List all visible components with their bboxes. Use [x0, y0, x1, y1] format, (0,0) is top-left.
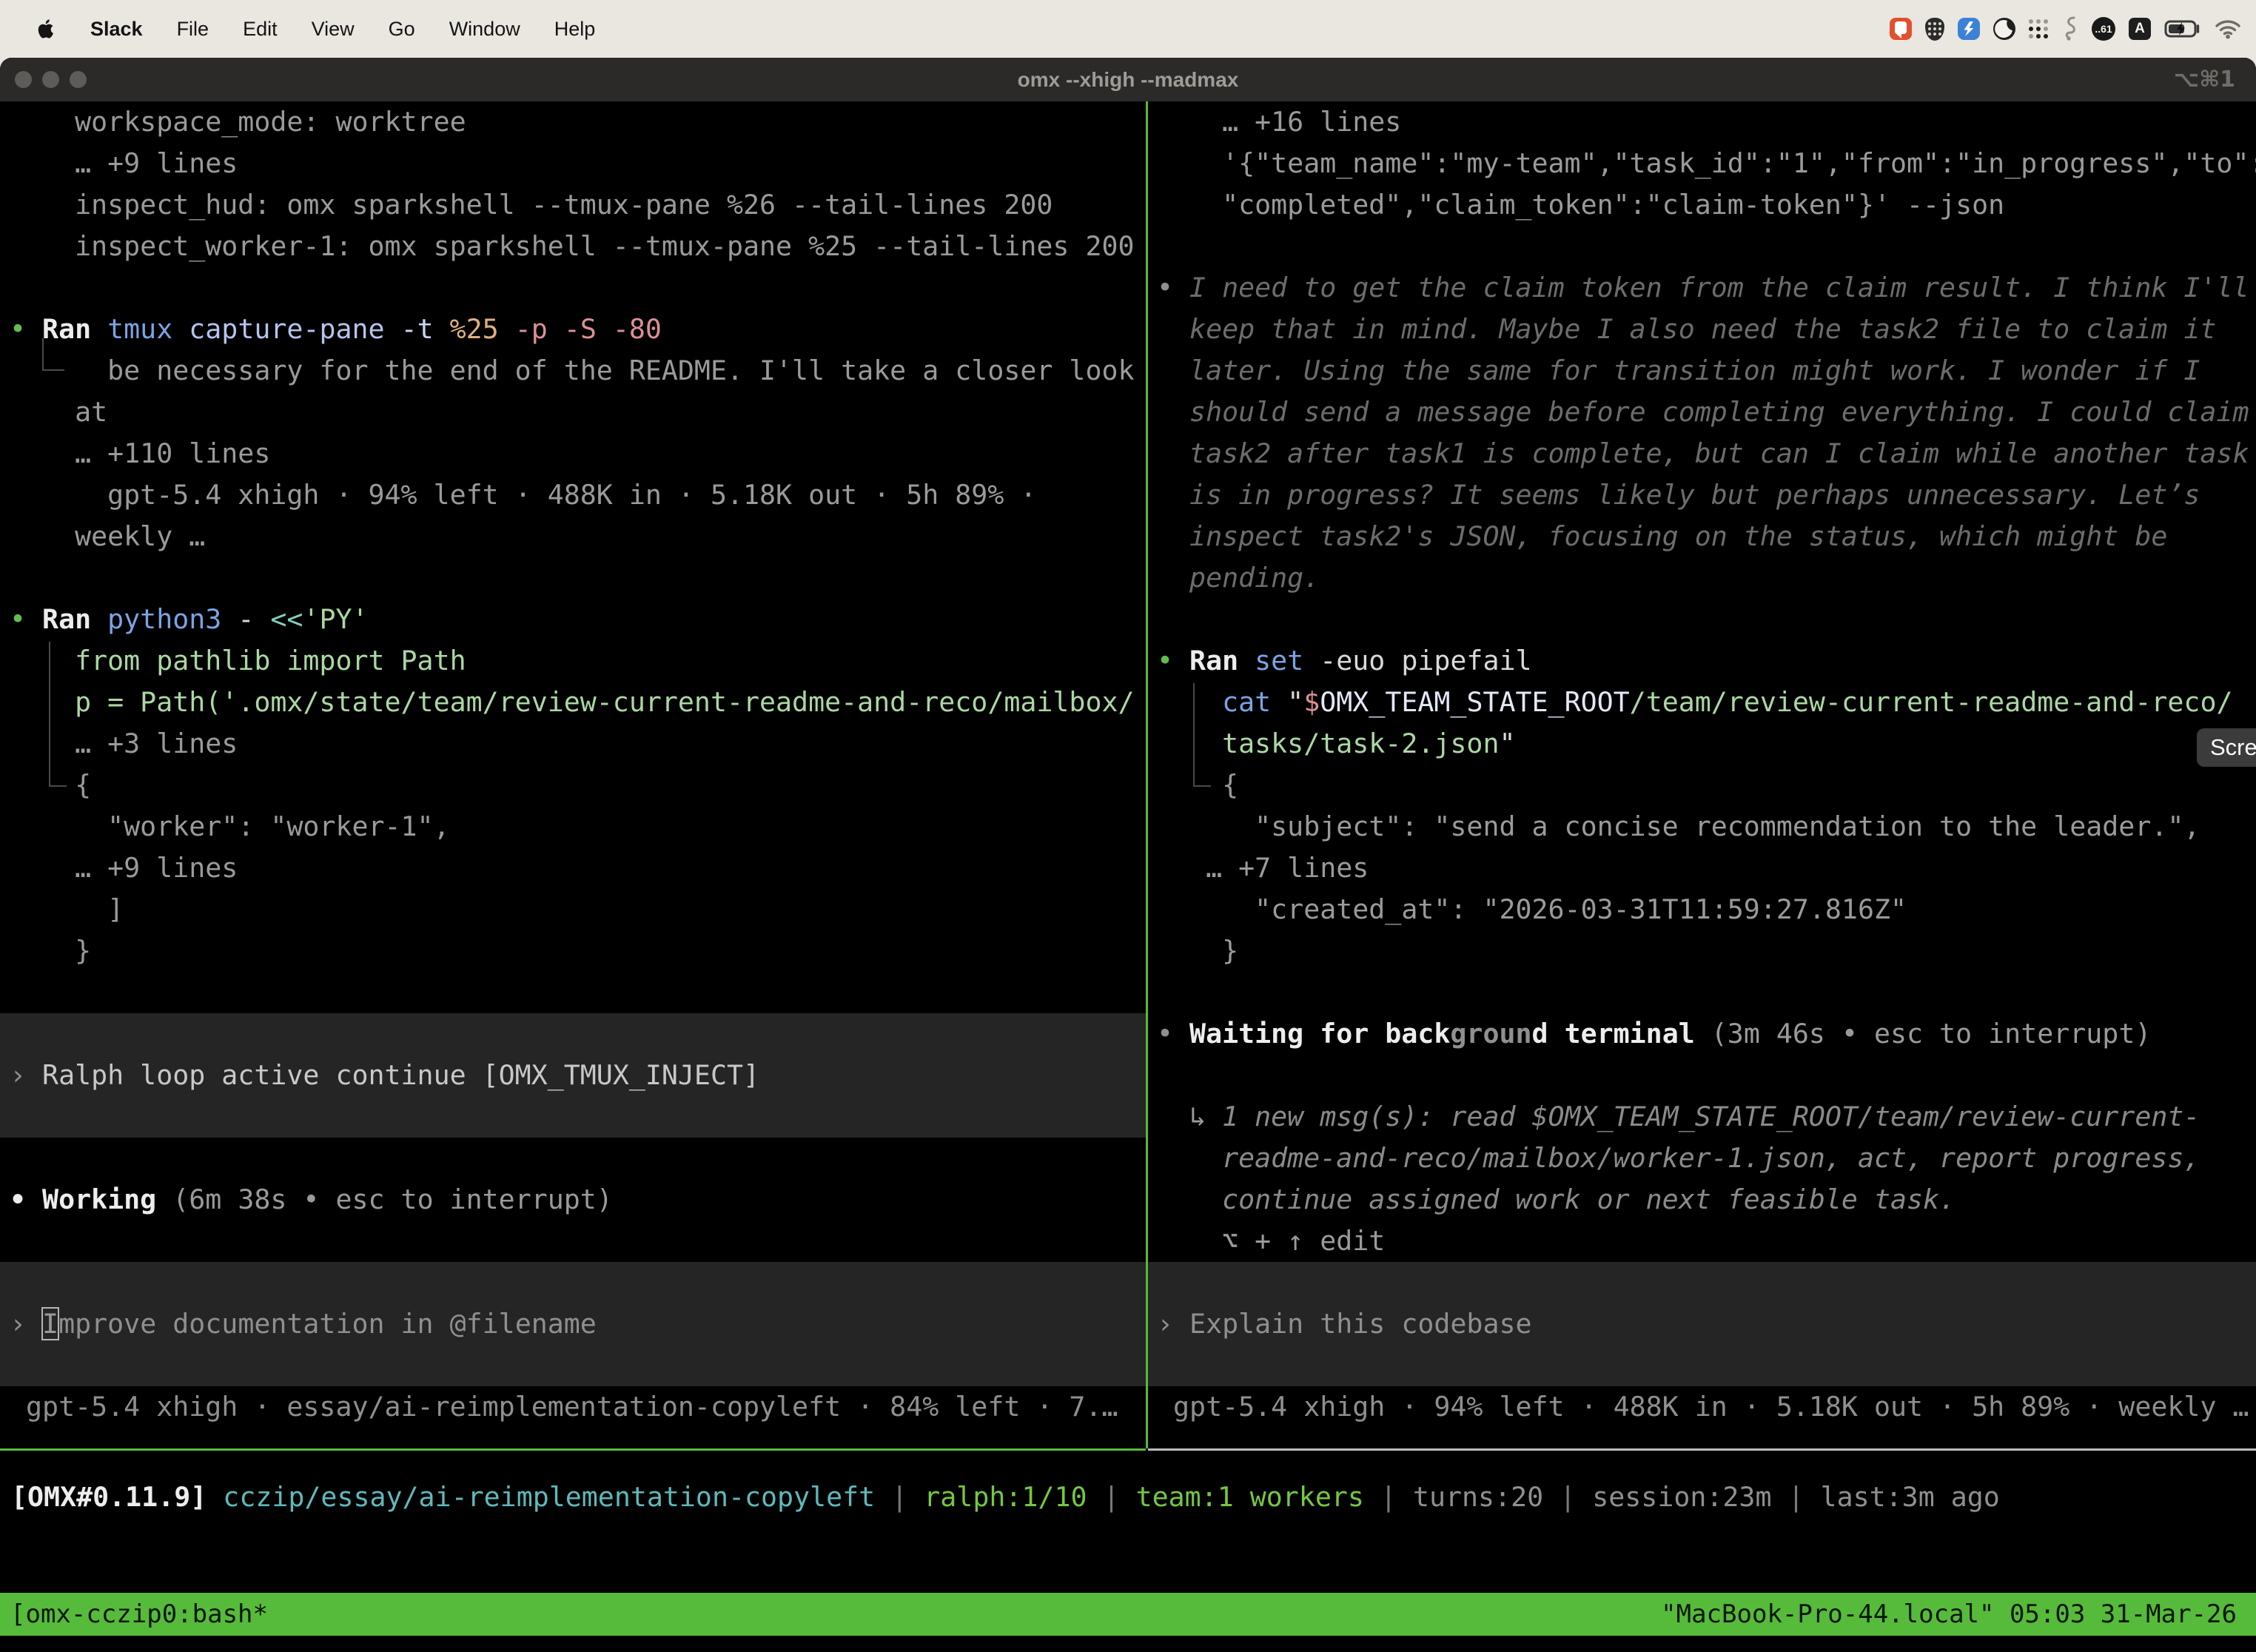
shield-grid-icon[interactable] [1925, 18, 1944, 41]
dots-grid-icon[interactable] [2029, 19, 2049, 39]
terminal-line: "subject": "send a concise recommendatio… [1148, 806, 2256, 847]
terminal-line: later. Using the same for transition mig… [1148, 350, 2256, 392]
terminal-line: • I need to get the claim token from the… [1148, 267, 2256, 309]
window-title: omx --xhigh --madmax [0, 68, 2256, 92]
tmux-session-window[interactable]: [omx-cczip0:bash* [10, 1593, 268, 1636]
terminal-line: › Explain this codebase [1148, 1303, 2256, 1345]
terminal-line: • Ran tmux capture-pane -t %25 -p -S -80 [0, 309, 1146, 350]
terminal-line: • Ran set -euo pipefail [1148, 640, 2256, 682]
terminal-content: workspace_mode: worktree … +9 lines insp… [0, 101, 2256, 1652]
terminal-line: ↳ 1 new msg(s): read $OMX_TEAM_STATE_ROO… [1148, 1096, 2256, 1138]
terminal-line: › Improve documentation in @filename [0, 1303, 1146, 1345]
terminal-line: • Waiting for background terminal (3m 46… [1148, 1013, 2256, 1055]
terminal-line: … +3 lines [0, 723, 1146, 765]
screen-share-tooltip: Scre [2197, 728, 2256, 767]
tmux-status-bar: [omx-cczip0:bash* "MacBook-Pro-44.local"… [0, 1593, 2256, 1636]
output-connector [49, 642, 67, 787]
terminal-line: … +7 lines [1148, 847, 2256, 889]
terminal-line: { [1148, 765, 2256, 806]
terminal-window: omx --xhigh --madmax ⌥⌘1 workspace_mode:… [0, 58, 2256, 1652]
terminal-line: "created_at": "2026-03-31T11:59:27.816Z" [1148, 889, 2256, 930]
battery-icon[interactable] [2164, 19, 2201, 38]
menu-item-help[interactable]: Help [554, 18, 596, 41]
terminal-line: tasks/task-2.json" [1148, 723, 2256, 765]
terminal-line: at [0, 392, 1146, 433]
menu-item-view[interactable]: View [312, 18, 355, 41]
battery-percent-badge-icon[interactable]: ..61 [2092, 17, 2115, 41]
window-title-bar[interactable]: omx --xhigh --madmax ⌥⌘1 [0, 58, 2256, 101]
omx-status-line: [OMX#0.11.9] cczip/essay/ai-reimplementa… [11, 1477, 2000, 1518]
menu-item-edit[interactable]: Edit [243, 18, 278, 41]
terminal-line: } [1148, 930, 2256, 972]
terminal-line: gpt-5.4 xhigh · 94% left · 488K in · 5.1… [0, 474, 1146, 516]
wifi-icon[interactable] [2215, 19, 2241, 39]
screen-share-tooltip-label: Scre [2210, 734, 2256, 761]
terminal-line: … +9 lines [0, 143, 1146, 184]
menu-bar-menus: Slack File Edit View Go Window Help [0, 18, 595, 41]
terminal-line: } [0, 930, 1146, 972]
output-connector [1193, 683, 1211, 787]
squiggle-icon[interactable] [2062, 16, 2078, 41]
terminal-line: … +110 lines [0, 433, 1146, 474]
terminal-line: weekly … [0, 516, 1146, 557]
tmux-pane-left[interactable]: workspace_mode: worktree … +9 lines insp… [0, 101, 1146, 1448]
input-source-icon[interactable]: A [2129, 18, 2151, 40]
window-shortcut-badge: ⌥⌘1 [2174, 58, 2235, 101]
tmux-host-clock: "MacBook-Pro-44.local" 05:03 31-Mar-26 [1661, 1593, 2237, 1636]
terminal-line: cat "$OMX_TEAM_STATE_ROOT/team/review-cu… [1148, 682, 2256, 723]
terminal-line: inspect_hud: omx sparkshell --tmux-pane … [0, 184, 1146, 226]
terminal-line: inspect task2's JSON, focusing on the st… [1148, 516, 2256, 557]
terminal-line: { [0, 765, 1146, 806]
tmux-pane-right[interactable]: … +16 lines '{"team_name":"my-team","tas… [1148, 101, 2256, 1448]
terminal-line: from pathlib import Path [0, 640, 1146, 682]
terminal-line: › Ralph loop active continue [OMX_TMUX_I… [0, 1055, 1146, 1096]
desktop: Slack File Edit View Go Window Help ..61 A [0, 0, 2256, 1652]
pane-border-bottom-right [1148, 1448, 2256, 1451]
terminal-line: workspace_mode: worktree [0, 101, 1146, 143]
terminal-line: • Working (6m 38s • esc to interrupt) [0, 1179, 1146, 1220]
crescent-circle-icon[interactable] [1993, 18, 2015, 40]
terminal-line: ⌥ + ↑ edit [1148, 1220, 2256, 1262]
terminal-line: • Ran python3 - <<'PY' [0, 599, 1146, 640]
terminal-line: continue assigned work or next feasible … [1148, 1179, 2256, 1220]
pane-separator-vertical[interactable] [1146, 101, 1148, 1448]
terminal-line: … +16 lines [1148, 101, 2256, 143]
menu-item-slack[interactable]: Slack [90, 18, 143, 41]
terminal-line: readme-and-reco/mailbox/worker-1.json, a… [1148, 1138, 2256, 1179]
terminal-line: gpt-5.4 xhigh · essay/ai-reimplementatio… [0, 1386, 1146, 1428]
terminal-line: should send a message before completing … [1148, 392, 2256, 433]
terminal-line: "completed","claim_token":"claim-token"}… [1148, 184, 2256, 226]
pane-border-bottom-left [0, 1448, 1146, 1451]
menu-item-window[interactable]: Window [449, 18, 520, 41]
terminal-line: be necessary for the end of the README. … [0, 350, 1146, 392]
menu-item-go[interactable]: Go [389, 18, 415, 41]
terminal-line: pending. [1148, 557, 2256, 599]
orange-chat-icon[interactable] [1890, 18, 1912, 40]
apple-menu-icon[interactable] [37, 18, 56, 40]
output-connector [42, 338, 64, 371]
terminal-line: is in progress? It seems likely but perh… [1148, 474, 2256, 516]
terminal-line: gpt-5.4 xhigh · 94% left · 488K in · 5.1… [1148, 1386, 2256, 1428]
menu-bar: Slack File Edit View Go Window Help ..61 A [0, 0, 2256, 58]
terminal-line: ] [0, 889, 1146, 930]
menu-item-file[interactable]: File [177, 18, 209, 41]
blue-bolt-icon[interactable] [1958, 18, 1980, 40]
terminal-line: '{"team_name":"my-team","task_id":"1","f… [1148, 143, 2256, 184]
menu-bar-status-icons: ..61 A [1890, 16, 2256, 41]
terminal-line: inspect_worker-1: omx sparkshell --tmux-… [0, 226, 1146, 267]
terminal-line: "worker": "worker-1", [0, 806, 1146, 847]
terminal-line: task2 after task1 is complete, but can I… [1148, 433, 2256, 474]
terminal-line: … +9 lines [0, 847, 1146, 889]
terminal-line: p = Path('.omx/state/team/review-current… [0, 682, 1146, 723]
terminal-line: keep that in mind. Maybe I also need the… [1148, 309, 2256, 350]
